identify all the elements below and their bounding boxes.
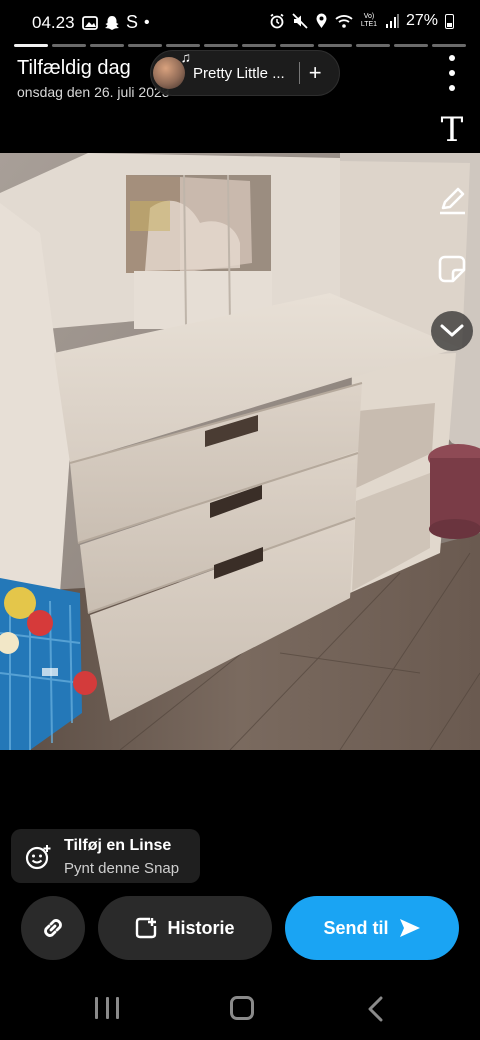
send-to-button[interactable]: Send til xyxy=(285,896,459,960)
story-progress xyxy=(14,44,466,47)
progress-segment xyxy=(242,44,276,47)
add-lens-button[interactable]: Tilføj en Linse Pynt denne Snap xyxy=(11,829,200,883)
music-sticker[interactable]: Pretty Little ... + xyxy=(150,49,340,96)
story-label: Historie xyxy=(167,917,235,938)
progress-segment xyxy=(280,44,314,47)
progress-segment xyxy=(14,44,48,47)
text-tool-icon[interactable]: T xyxy=(434,112,470,148)
signal-icon xyxy=(385,14,399,28)
snapchat-ghost-icon xyxy=(105,15,119,30)
recents-icon[interactable] xyxy=(95,997,119,1019)
send-label: Send til xyxy=(323,917,389,938)
music-divider xyxy=(298,62,300,84)
battery-icon xyxy=(445,13,454,29)
progress-segment xyxy=(204,44,238,47)
carrier-letter: S xyxy=(126,12,139,32)
add-to-story-button[interactable]: Historie xyxy=(98,896,272,960)
link-icon xyxy=(44,919,62,937)
progress-segment xyxy=(432,44,466,47)
status-time: 04.23 xyxy=(32,13,75,32)
add-music-button[interactable]: + xyxy=(309,62,322,84)
music-cover-avatar xyxy=(153,49,191,89)
chevron-down-icon[interactable] xyxy=(431,311,473,351)
alarm-icon xyxy=(270,13,284,29)
progress-segment xyxy=(166,44,200,47)
progress-segment xyxy=(90,44,124,47)
story-title[interactable]: Tilfældig dag xyxy=(17,57,131,80)
battery-percent: 27% xyxy=(405,12,438,29)
pencil-icon[interactable] xyxy=(434,182,470,218)
location-icon xyxy=(316,13,327,28)
progress-segment xyxy=(356,44,390,47)
status-notification-icons: S • xyxy=(82,12,150,33)
dot-icon: • xyxy=(144,13,150,31)
mute-icon xyxy=(292,13,308,29)
wifi-icon xyxy=(335,15,353,28)
progress-segment xyxy=(128,44,162,47)
lens-subtitle: Pynt denne Snap xyxy=(64,860,180,877)
status-system-icons: Vo) LTE1 27% xyxy=(269,12,454,30)
home-icon[interactable] xyxy=(230,996,254,1020)
progress-segment xyxy=(52,44,86,47)
snap-photo xyxy=(0,153,480,750)
gallery-icon xyxy=(82,15,98,30)
status-bar: 04.23 S • Vo) LTE1 27% xyxy=(0,0,480,44)
network-label: Vo) LTE1 xyxy=(360,13,378,28)
sticker-icon[interactable] xyxy=(434,251,470,287)
lens-smiley-icon xyxy=(25,845,51,870)
back-icon[interactable] xyxy=(366,996,386,1022)
send-arrow-icon xyxy=(399,919,420,937)
story-plus-icon xyxy=(136,917,157,939)
attach-link-button[interactable] xyxy=(21,896,85,960)
more-options-icon[interactable] xyxy=(442,55,462,91)
progress-segment xyxy=(318,44,352,47)
story-date: onsdag den 26. juli 2023 xyxy=(17,84,170,100)
music-title: Pretty Little ... xyxy=(193,64,285,82)
system-nav-bar xyxy=(0,975,480,1040)
lens-title: Tilføj en Linse xyxy=(64,837,172,854)
progress-segment xyxy=(394,44,428,47)
